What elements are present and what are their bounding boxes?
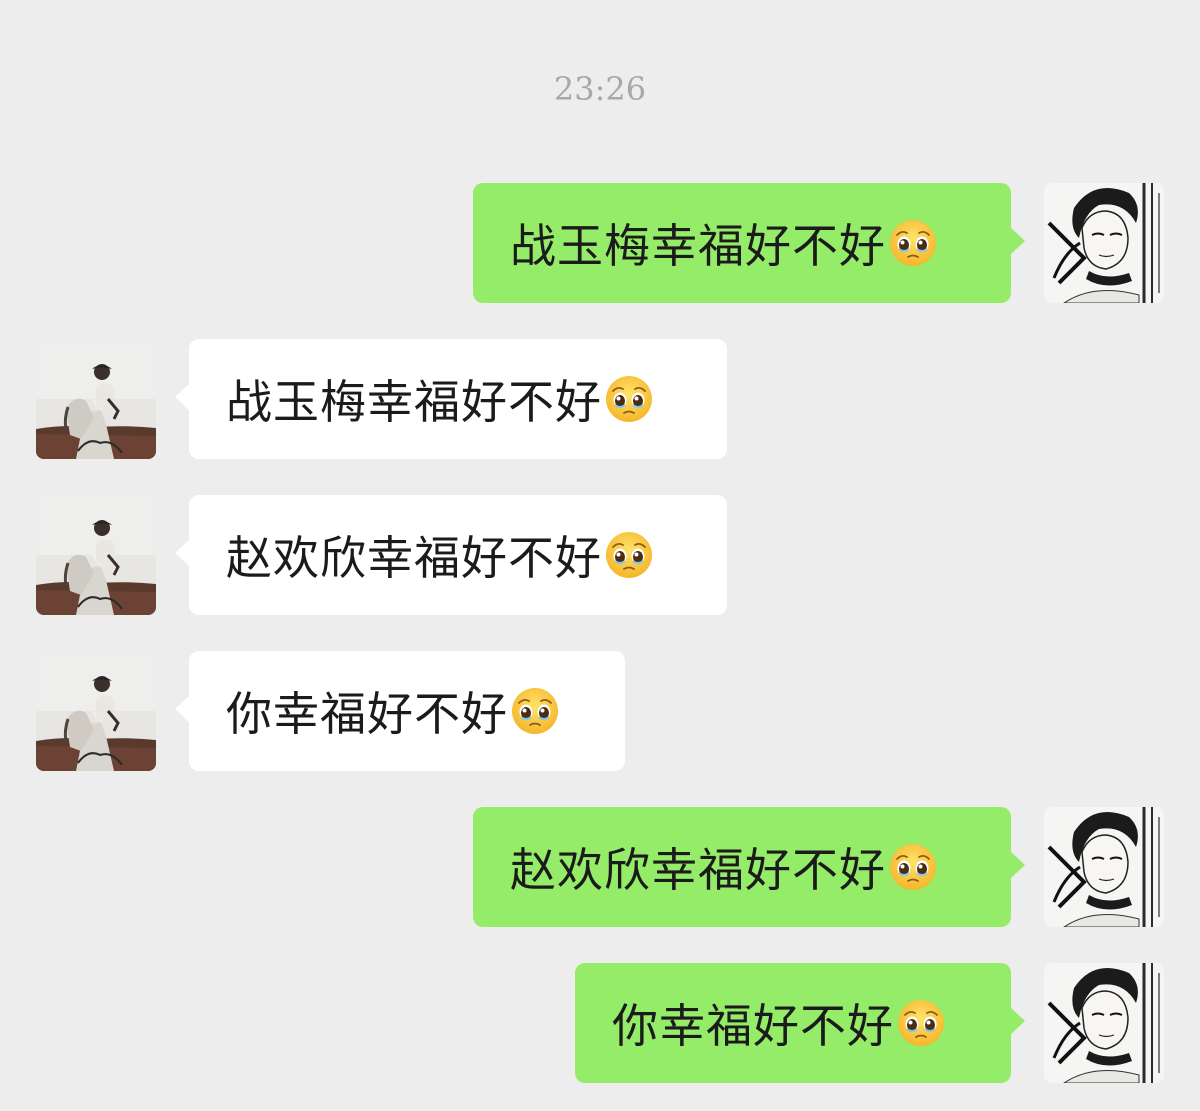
message-row-received: 赵欢欣幸福好不好 (0, 495, 1200, 615)
contact-avatar[interactable] (36, 651, 156, 771)
my-avatar[interactable] (1044, 963, 1164, 1083)
message-text: 战玉梅幸福好不好 (226, 375, 602, 429)
message-row-sent: 赵欢欣幸福好不好 (0, 807, 1200, 927)
message-text: 战玉梅幸福好不好 (510, 219, 886, 273)
chat-screen: 23:26 战玉梅幸福好不好 战玉梅幸福好不好 赵欢欣幸福好不好 你幸福好不好 (0, 0, 1200, 1111)
received-message-bubble[interactable]: 战玉梅幸福好不好 (175, 339, 727, 459)
message-row-sent: 战玉梅幸福好不好 (0, 183, 1200, 303)
contact-avatar[interactable] (36, 495, 156, 615)
message-row-sent: 你幸福好不好 (0, 963, 1200, 1083)
message-text: 你幸福好不好 (226, 687, 508, 741)
my-avatar[interactable] (1044, 183, 1164, 303)
sent-message-bubble[interactable]: 你幸福好不好 (575, 963, 1025, 1083)
received-message-bubble[interactable]: 赵欢欣幸福好不好 (175, 495, 727, 615)
contact-avatar[interactable] (36, 339, 156, 459)
message-text: 你幸福好不好 (612, 999, 894, 1053)
pleading-face-emoji-icon (888, 842, 938, 892)
message-text: 赵欢欣幸福好不好 (226, 531, 602, 585)
message-row-received: 你幸福好不好 (0, 651, 1200, 771)
pleading-face-emoji-icon (604, 374, 654, 424)
received-message-bubble[interactable]: 你幸福好不好 (175, 651, 625, 771)
message-timestamp: 23:26 (553, 70, 647, 108)
pleading-face-emoji-icon (604, 530, 654, 580)
pleading-face-emoji-icon (888, 218, 938, 268)
sent-message-bubble[interactable]: 赵欢欣幸福好不好 (473, 807, 1025, 927)
pleading-face-emoji-icon (896, 998, 946, 1048)
message-text: 赵欢欣幸福好不好 (510, 843, 886, 897)
pleading-face-emoji-icon (510, 686, 560, 736)
sent-message-bubble[interactable]: 战玉梅幸福好不好 (473, 183, 1025, 303)
my-avatar[interactable] (1044, 807, 1164, 927)
message-row-received: 战玉梅幸福好不好 (0, 339, 1200, 459)
